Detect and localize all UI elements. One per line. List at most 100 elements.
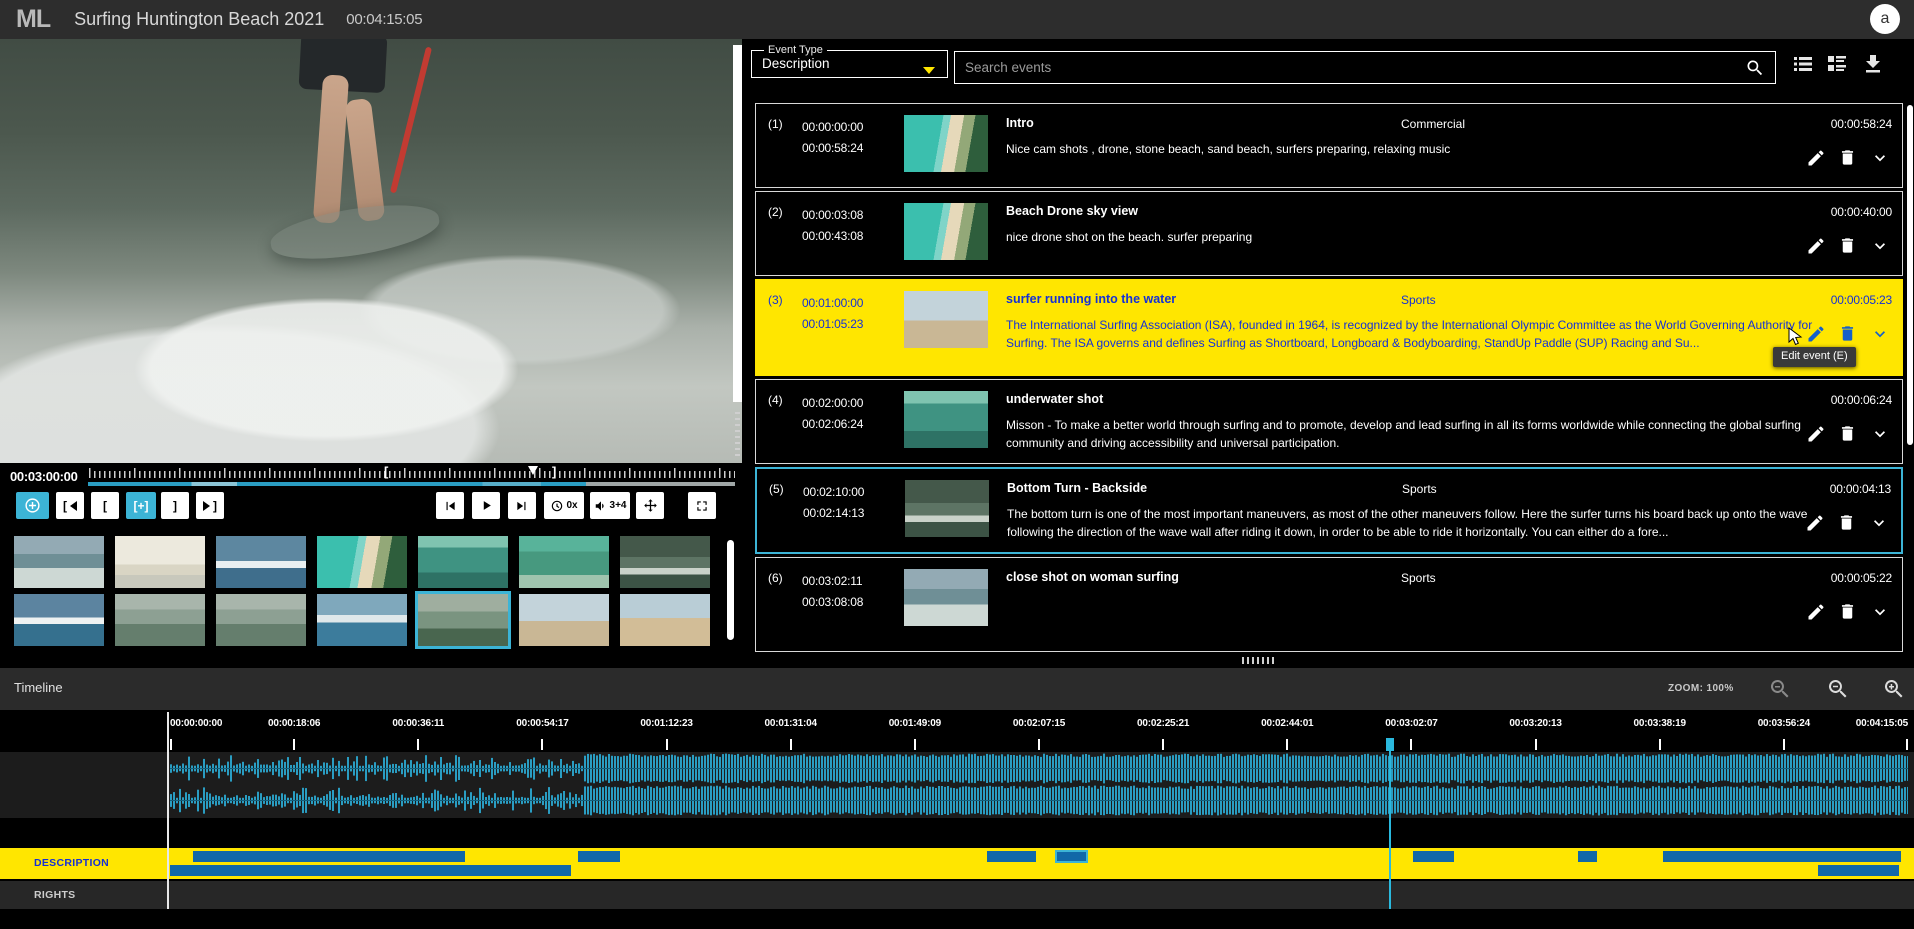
add-event-button[interactable] xyxy=(16,492,49,519)
delete-event-button[interactable] xyxy=(1838,324,1862,348)
filmstrip-thumbnail[interactable] xyxy=(620,536,710,588)
timeline-event-bar[interactable] xyxy=(1413,851,1455,862)
event-thumbnail[interactable] xyxy=(904,291,988,348)
zoom-fit-icon[interactable] xyxy=(1768,677,1792,701)
delete-event-button[interactable] xyxy=(1838,602,1862,626)
export-download-button[interactable] xyxy=(1860,52,1886,76)
event-description: The International Surfing Association (I… xyxy=(1006,317,1846,352)
zoom-in-icon[interactable] xyxy=(1882,677,1906,701)
pan-move-button[interactable] xyxy=(636,492,664,519)
next-event-button[interactable]: ] xyxy=(196,492,224,519)
expand-event-button[interactable] xyxy=(1870,424,1894,448)
filmstrip-thumbnail-selected[interactable] xyxy=(418,594,508,646)
filmstrip-thumbnail[interactable] xyxy=(216,536,306,588)
timeline-ruler[interactable]: 00:00:00:0000:00:18:0600:00:36:1100:00:5… xyxy=(0,710,1914,752)
event-thumbnail[interactable] xyxy=(905,480,989,537)
filmstrip-thumbnail[interactable] xyxy=(418,536,508,588)
mark-in-button[interactable]: [ xyxy=(91,492,119,519)
zoom-out-icon[interactable] xyxy=(1826,677,1850,701)
player-scrub-bar[interactable]: 00:03:00:00 [ ] xyxy=(0,463,742,492)
expand-event-button[interactable] xyxy=(1870,602,1894,626)
filmstrip-thumbnail[interactable] xyxy=(115,594,205,646)
timeline-event-bar[interactable] xyxy=(170,865,571,876)
event-timecodes: 00:01:00:0000:01:05:23 xyxy=(802,293,863,335)
filmstrip-thumbnail[interactable] xyxy=(317,594,407,646)
user-avatar[interactable]: a xyxy=(1870,4,1900,34)
ruler-tick xyxy=(1410,739,1412,750)
filmstrip-thumbnail[interactable] xyxy=(14,536,104,588)
playback-speed-button[interactable]: 0x xyxy=(544,492,584,519)
delete-event-button[interactable] xyxy=(1838,236,1862,260)
detail-view-button[interactable] xyxy=(1824,52,1850,76)
event-index: (1) xyxy=(768,117,783,131)
event-row[interactable]: (6)00:03:02:1100:03:08:08close shot on w… xyxy=(755,557,1903,652)
delete-event-button[interactable] xyxy=(1838,424,1862,448)
skip-to-end-button[interactable] xyxy=(508,492,536,519)
event-row[interactable]: (3)00:01:00:0000:01:05:23surfer running … xyxy=(755,279,1903,376)
search-input[interactable] xyxy=(965,52,1725,83)
list-view-button[interactable] xyxy=(1790,52,1816,76)
vertical-splitter[interactable] xyxy=(733,45,742,402)
timeline-event-bar[interactable] xyxy=(1578,851,1597,862)
filmstrip-thumbnail[interactable] xyxy=(519,536,609,588)
timeline-event-bar[interactable] xyxy=(987,851,1036,862)
filmstrip-thumbnail[interactable] xyxy=(620,594,710,646)
filmstrip-scrollbar[interactable] xyxy=(727,540,734,640)
event-thumbnail[interactable] xyxy=(904,569,988,626)
event-row[interactable]: (2)00:00:03:0800:00:43:08Beach Drone sky… xyxy=(755,191,1903,276)
expand-event-button[interactable] xyxy=(1870,148,1894,172)
search-icon[interactable] xyxy=(1745,58,1765,78)
edit-event-button[interactable] xyxy=(1806,324,1830,348)
expand-event-button[interactable] xyxy=(1870,324,1894,348)
timeline-playhead-line[interactable] xyxy=(1389,750,1391,909)
edit-event-button[interactable] xyxy=(1806,602,1830,626)
prev-event-button[interactable]: [ xyxy=(56,492,84,519)
event-list-scrollbar[interactable] xyxy=(1907,105,1913,445)
timeline-event-bar-selected[interactable] xyxy=(1055,850,1088,863)
edit-event-button[interactable] xyxy=(1806,236,1830,260)
play-button[interactable] xyxy=(472,492,500,519)
audio-channels-button[interactable]: 3+4 xyxy=(590,492,630,519)
expand-event-button[interactable] xyxy=(1869,513,1893,537)
audio-waveform-track[interactable] xyxy=(0,752,1914,818)
timeline-playhead-handle[interactable] xyxy=(1386,738,1394,751)
horizontal-splitter[interactable] xyxy=(0,652,1914,668)
timeline-event-bar[interactable] xyxy=(1818,865,1900,876)
edit-event-button[interactable] xyxy=(1806,148,1830,172)
edit-event-button[interactable] xyxy=(1805,513,1829,537)
scrub-tick-ruler[interactable] xyxy=(88,466,735,479)
event-description: nice drone shot on the beach. surfer pre… xyxy=(1006,229,1846,247)
delete-event-button[interactable] xyxy=(1837,513,1861,537)
delete-event-button[interactable] xyxy=(1838,148,1862,172)
event-thumbnail[interactable] xyxy=(904,391,988,448)
filmstrip-thumbnail[interactable] xyxy=(317,536,407,588)
expand-event-button[interactable] xyxy=(1870,236,1894,260)
scrub-playhead-icon[interactable] xyxy=(528,466,538,475)
timeline-event-bar[interactable] xyxy=(578,851,620,862)
timeline-event-bar[interactable] xyxy=(193,851,466,862)
rights-track[interactable]: RIGHTS xyxy=(0,881,1914,909)
skip-to-start-button[interactable] xyxy=(436,492,464,519)
filmstrip-thumbnail[interactable] xyxy=(216,594,306,646)
event-index: (3) xyxy=(768,293,783,307)
ruler-tick xyxy=(914,739,916,750)
filmstrip-thumbnail[interactable] xyxy=(519,594,609,646)
vertical-splitter-handle[interactable] xyxy=(735,412,740,456)
video-player[interactable] xyxy=(0,39,742,463)
mark-out-button[interactable]: ] xyxy=(161,492,189,519)
edit-event-button[interactable] xyxy=(1806,424,1830,448)
event-row[interactable]: (1)00:00:00:0000:00:58:24IntroCommercial… xyxy=(755,103,1903,188)
filmstrip-thumbnail[interactable] xyxy=(14,594,104,646)
event-thumbnail[interactable] xyxy=(904,203,988,260)
filmstrip-thumbnail[interactable] xyxy=(115,536,205,588)
event-title: Intro xyxy=(1006,116,1034,130)
create-event-from-marks-button[interactable]: [+] xyxy=(126,492,156,519)
event-type-select[interactable]: Event Type Description xyxy=(751,44,948,78)
event-row[interactable]: (4)00:02:00:0000:02:06:24underwater shot… xyxy=(755,379,1903,464)
horizontal-splitter-handle[interactable] xyxy=(1242,657,1276,664)
timeline-event-bar[interactable] xyxy=(1663,851,1901,862)
event-row[interactable]: (5)00:02:10:0000:02:14:13Bottom Turn - B… xyxy=(755,467,1903,554)
description-track[interactable]: DESCRIPTION xyxy=(0,848,1914,879)
fullscreen-button[interactable] xyxy=(688,492,716,519)
event-thumbnail[interactable] xyxy=(904,115,988,172)
